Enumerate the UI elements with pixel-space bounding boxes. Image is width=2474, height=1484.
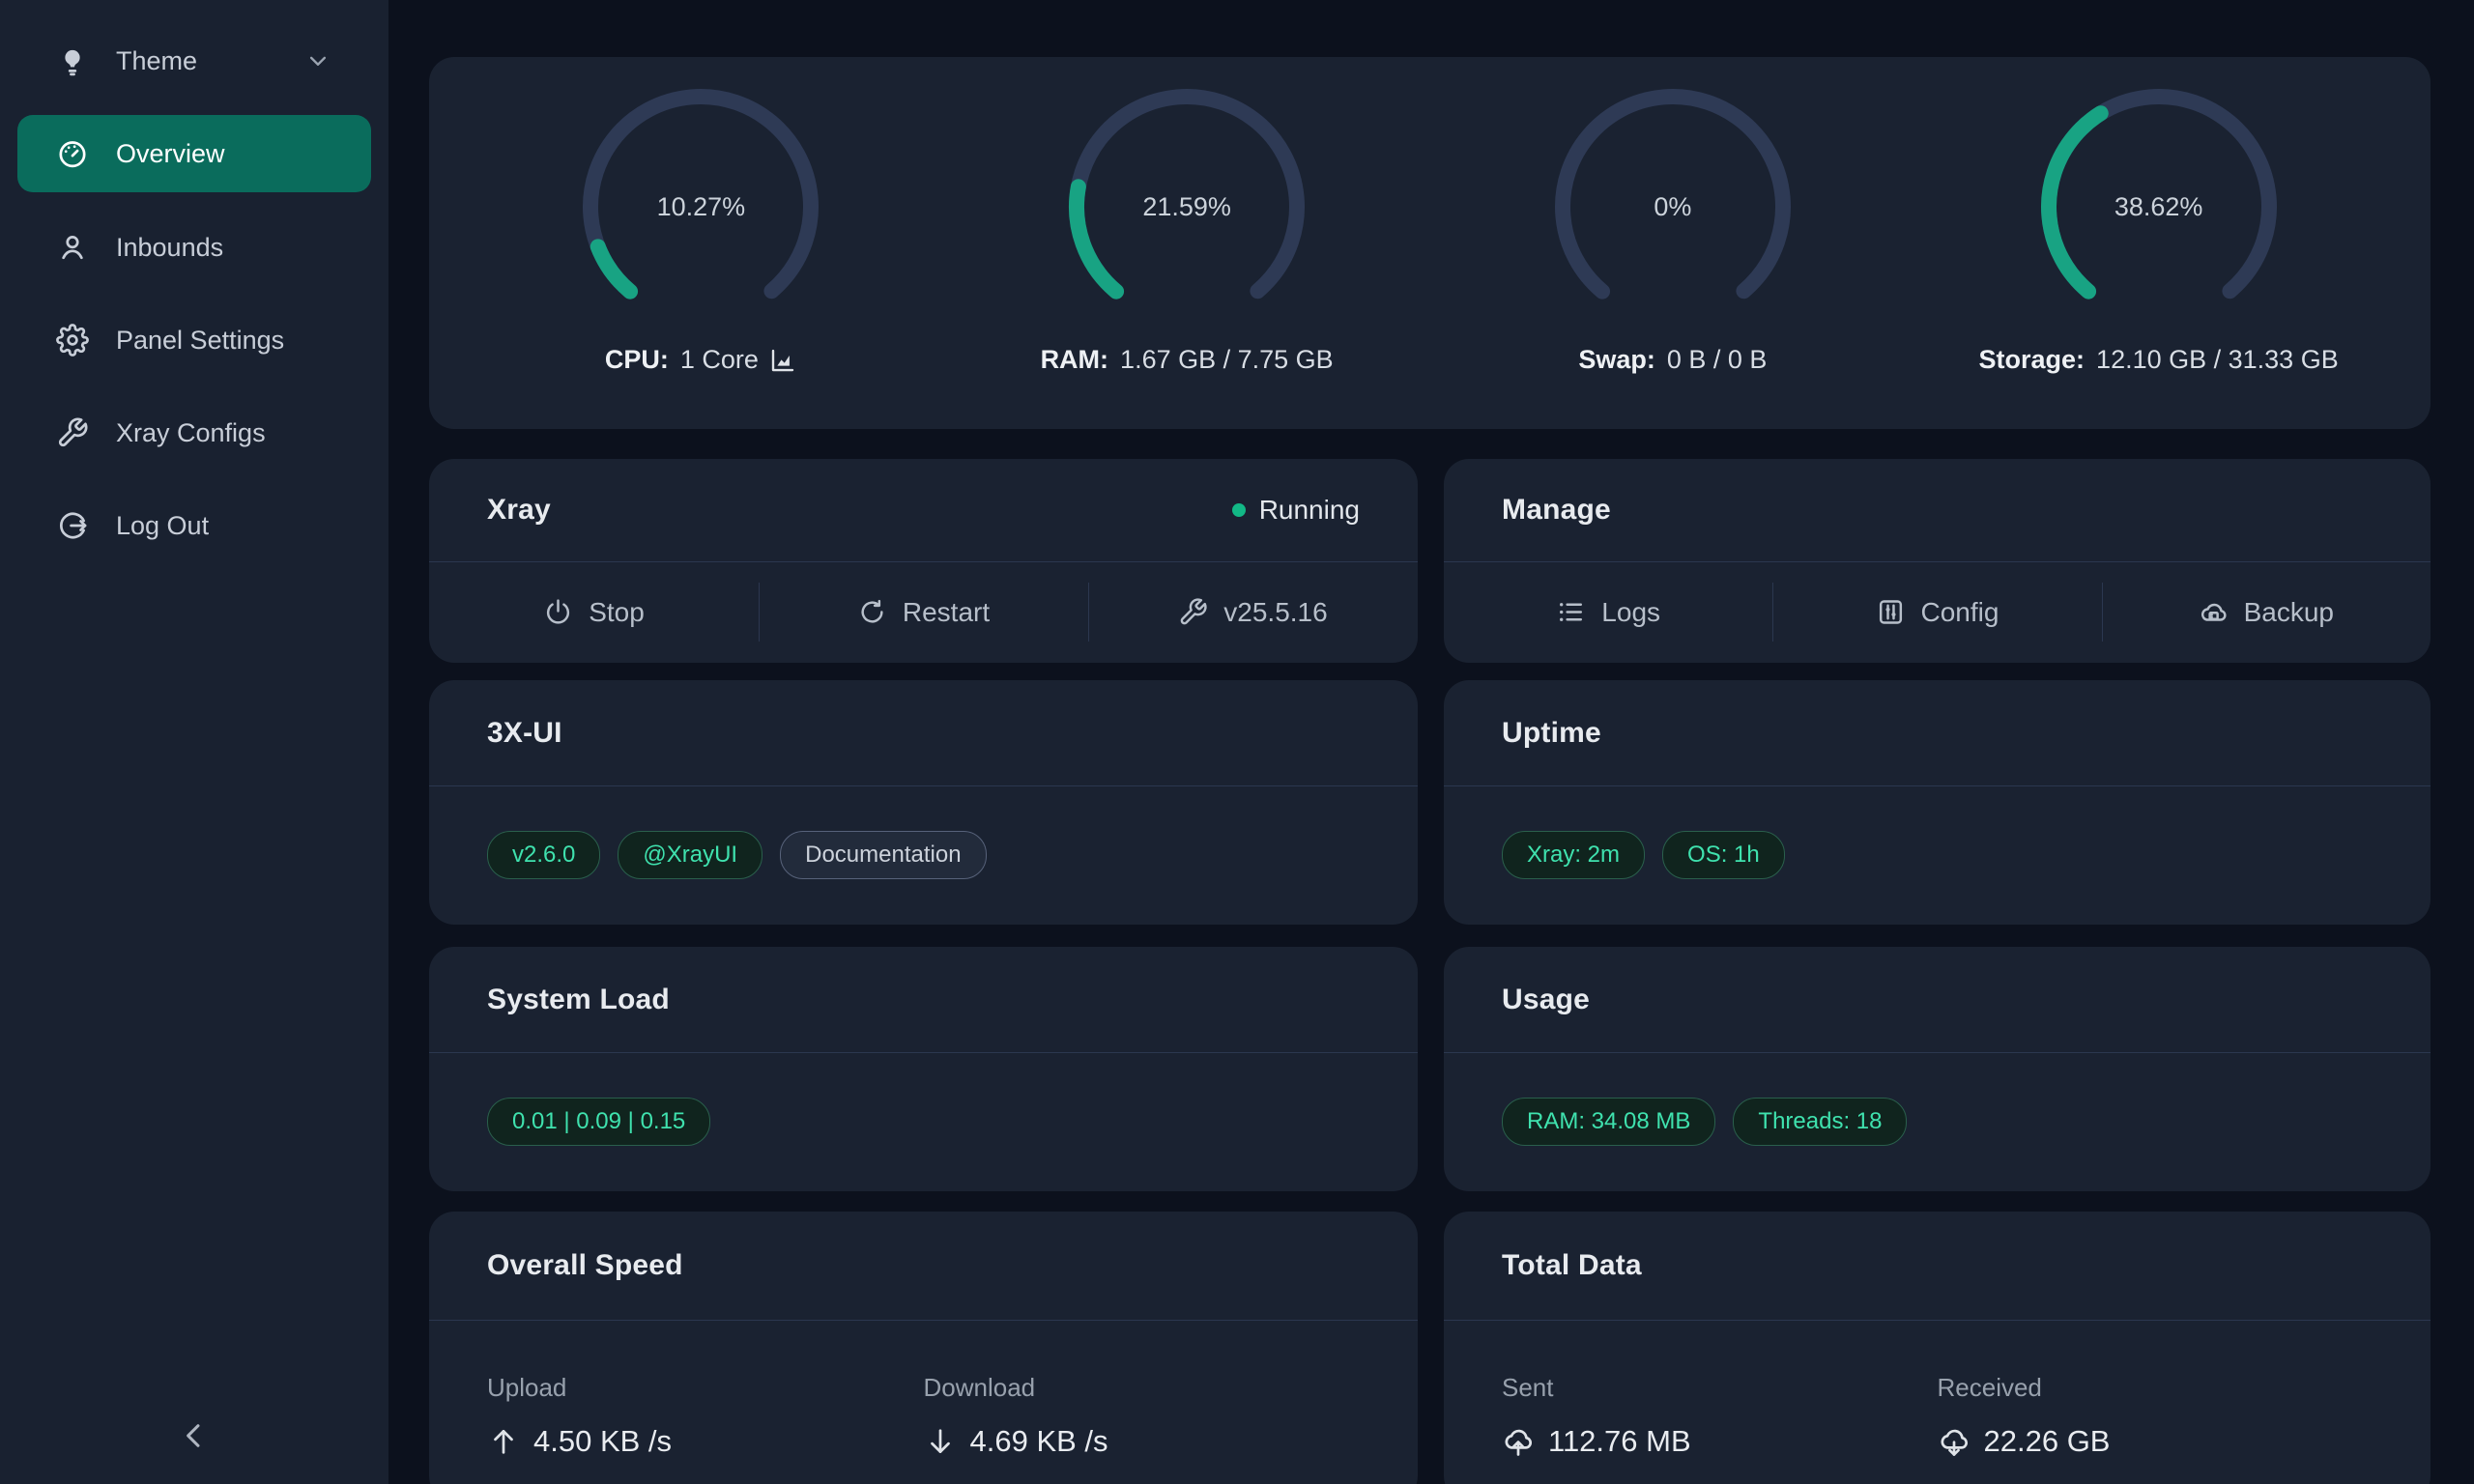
system-load-card: System Load 0.01 | 0.09 | 0.15 bbox=[429, 947, 1418, 1191]
arrow-down-icon bbox=[924, 1425, 957, 1458]
swap-label: Swap:0 B / 0 B bbox=[1578, 345, 1767, 375]
download-value: 4.69 KB /s bbox=[970, 1424, 1108, 1459]
sidebar-item-xray-configs[interactable]: Xray Configs bbox=[17, 394, 371, 471]
sidebar: Theme Overview In bbox=[0, 0, 388, 1484]
system-gauges-card: 10.27% CPU:1 Core bbox=[429, 57, 2431, 429]
sent-stat: Sent 112.76 MB bbox=[1502, 1373, 1938, 1459]
documentation-link-badge[interactable]: Documentation bbox=[780, 831, 986, 879]
dashboard-page: Theme Overview In bbox=[0, 0, 2474, 1484]
system-load-card-title: System Load bbox=[487, 984, 670, 1016]
wrench-icon bbox=[56, 416, 89, 449]
backup-button[interactable]: Backup bbox=[2102, 562, 2431, 662]
download-speed-stat: Download 4.69 KB /s bbox=[924, 1373, 1361, 1459]
sidebar-item-inbounds[interactable]: Inbounds bbox=[17, 209, 371, 286]
version-badge[interactable]: v2.6.0 bbox=[487, 831, 600, 879]
load-average-badge: 0.01 | 0.09 | 0.15 bbox=[487, 1098, 710, 1146]
upload-label: Upload bbox=[487, 1373, 924, 1403]
gear-icon bbox=[56, 324, 89, 357]
uptime-card: Uptime Xray: 2m OS: 1h bbox=[1444, 680, 2431, 925]
swap-gauge-ring: 0% bbox=[1554, 88, 1792, 326]
arrow-up-icon bbox=[487, 1425, 520, 1458]
xray-uptime-badge: Xray: 2m bbox=[1502, 831, 1645, 879]
overall-speed-card: Overall Speed Upload 4.50 KB /s Download bbox=[429, 1212, 1418, 1484]
ram-gauge: 21.59% RAM:1.67 GB / 7.75 GB bbox=[944, 88, 1430, 375]
sidebar-item-panel-settings[interactable]: Panel Settings bbox=[17, 301, 371, 379]
ram-usage-badge: RAM: 34.08 MB bbox=[1502, 1098, 1715, 1146]
wrench-icon bbox=[1178, 597, 1208, 627]
list-icon bbox=[1556, 597, 1586, 627]
swap-percent: 0% bbox=[1554, 88, 1792, 326]
sidebar-item-label: Overview bbox=[116, 139, 225, 169]
manage-card: Manage Logs bbox=[1444, 459, 2431, 663]
xray-card-title: Xray bbox=[487, 494, 551, 527]
sent-label: Sent bbox=[1502, 1373, 1938, 1403]
area-chart-icon[interactable] bbox=[768, 346, 797, 375]
cloud-upload-icon bbox=[1502, 1425, 1535, 1458]
xray-status-badge: Running bbox=[1232, 495, 1360, 526]
status-dot bbox=[1232, 503, 1246, 517]
overall-speed-card-title: Overall Speed bbox=[487, 1249, 683, 1282]
sliders-icon bbox=[1876, 597, 1906, 627]
total-data-card: Total Data Sent 112.76 MB Received bbox=[1444, 1212, 2431, 1484]
lightbulb-icon bbox=[56, 44, 89, 77]
received-value: 22.26 GB bbox=[1984, 1424, 2111, 1459]
sidebar-item-label: Xray Configs bbox=[116, 418, 266, 448]
sidebar-item-label: Inbounds bbox=[116, 233, 223, 263]
cloud-download-icon bbox=[1938, 1425, 1971, 1458]
logout-icon bbox=[56, 509, 89, 542]
storage-label: Storage:12.10 GB / 31.33 GB bbox=[1979, 345, 2339, 375]
sidebar-item-label: Panel Settings bbox=[116, 326, 284, 356]
ram-label: RAM:1.67 GB / 7.75 GB bbox=[1041, 345, 1334, 375]
manage-card-title: Manage bbox=[1502, 494, 1611, 527]
restart-button[interactable]: Restart bbox=[759, 562, 1088, 662]
config-button[interactable]: Config bbox=[1772, 562, 2101, 662]
usage-card-title: Usage bbox=[1502, 984, 1590, 1016]
storage-percent: 38.62% bbox=[2040, 88, 2278, 326]
xui-card: 3X-UI v2.6.0 @XrayUI Documentation bbox=[429, 680, 1418, 925]
xray-card: Xray Running Stop bbox=[429, 459, 1418, 663]
chevron-left-icon bbox=[176, 1417, 213, 1459]
os-uptime-badge: OS: 1h bbox=[1662, 831, 1785, 879]
power-icon bbox=[543, 597, 573, 627]
logs-button[interactable]: Logs bbox=[1444, 562, 1772, 662]
sidebar-collapse-button[interactable] bbox=[0, 1407, 388, 1469]
cloud-server-icon bbox=[2199, 597, 2229, 627]
theme-label: Theme bbox=[116, 46, 197, 76]
download-label: Download bbox=[924, 1373, 1361, 1403]
storage-gauge-ring: 38.62% bbox=[2040, 88, 2278, 326]
stop-button[interactable]: Stop bbox=[429, 562, 759, 662]
ram-percent: 21.59% bbox=[1068, 88, 1306, 326]
sidebar-item-log-out[interactable]: Log Out bbox=[17, 487, 371, 564]
cpu-percent: 10.27% bbox=[582, 88, 820, 326]
sidebar-item-overview[interactable]: Overview bbox=[17, 115, 371, 192]
xray-version-button[interactable]: v25.5.16 bbox=[1088, 562, 1418, 662]
xui-card-title: 3X-UI bbox=[487, 717, 562, 750]
cpu-label: CPU:1 Core bbox=[605, 345, 797, 375]
chevron-down-icon bbox=[303, 46, 332, 75]
restart-icon bbox=[857, 597, 887, 627]
upload-speed-stat: Upload 4.50 KB /s bbox=[487, 1373, 924, 1459]
sent-value: 112.76 MB bbox=[1548, 1424, 1691, 1459]
theme-menu[interactable]: Theme bbox=[17, 22, 371, 100]
xrayui-link-badge[interactable]: @XrayUI bbox=[618, 831, 762, 879]
cpu-gauge-ring: 10.27% bbox=[582, 88, 820, 326]
ram-gauge-ring: 21.59% bbox=[1068, 88, 1306, 326]
storage-gauge: 38.62% Storage:12.10 GB / 31.33 GB bbox=[1915, 88, 2402, 375]
gauge-icon bbox=[56, 137, 89, 170]
user-icon bbox=[56, 231, 89, 264]
usage-card: Usage RAM: 34.08 MB Threads: 18 bbox=[1444, 947, 2431, 1191]
received-label: Received bbox=[1938, 1373, 2373, 1403]
received-stat: Received 22.26 GB bbox=[1938, 1373, 2373, 1459]
uptime-card-title: Uptime bbox=[1502, 717, 1601, 750]
sidebar-item-label: Log Out bbox=[116, 511, 209, 541]
swap-gauge: 0% Swap:0 B / 0 B bbox=[1430, 88, 1916, 375]
threads-badge: Threads: 18 bbox=[1733, 1098, 1907, 1146]
total-data-card-title: Total Data bbox=[1502, 1249, 1642, 1282]
upload-value: 4.50 KB /s bbox=[533, 1424, 672, 1459]
cpu-gauge: 10.27% CPU:1 Core bbox=[458, 88, 944, 375]
